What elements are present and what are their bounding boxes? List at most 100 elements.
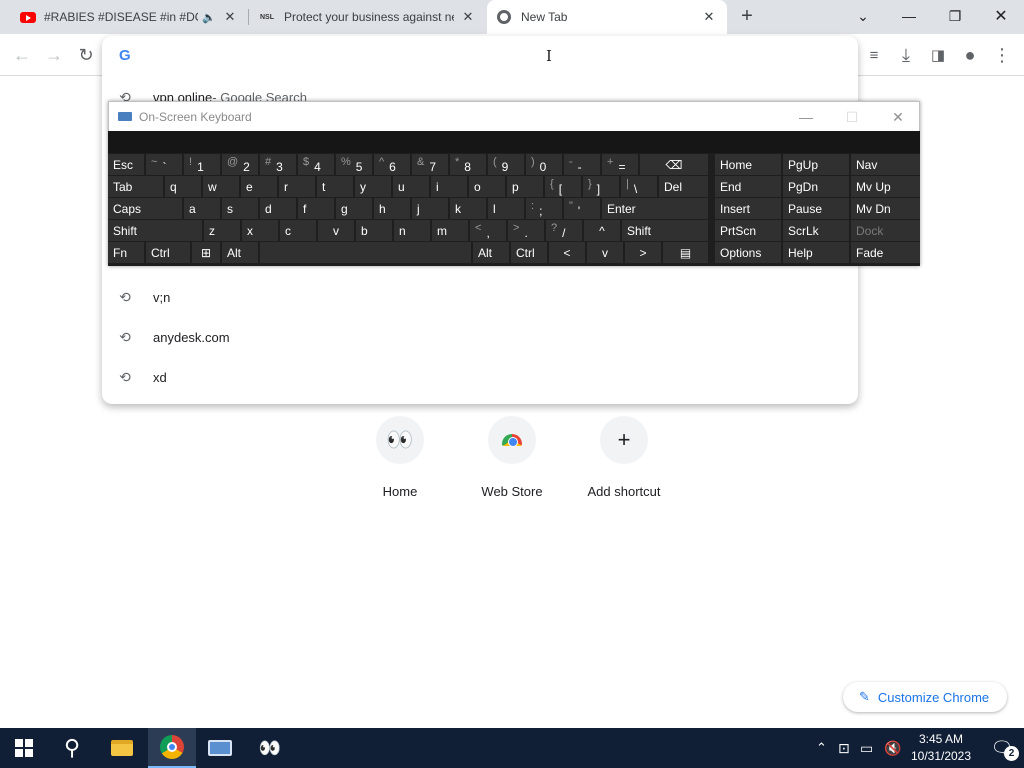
osk-key[interactable]: Del [659,176,708,197]
osk-nav-key[interactable]: PgUp [783,154,849,175]
osk-key[interactable]: c [280,220,316,241]
close-tab-icon[interactable]: ✕ [222,9,238,25]
osk-key[interactable]: Ctrl [146,242,190,263]
osk-key[interactable]: i [431,176,467,197]
osk-key[interactable]: >. [508,220,544,241]
network-icon[interactable]: ⊡ [838,728,850,768]
tab-new-tab[interactable]: New Tab ✕ [487,0,727,34]
osk-key[interactable]: Alt [473,242,509,263]
osk-key[interactable]: (9 [488,154,524,175]
taskbar-clock[interactable]: 3:45 AM 10/31/2023 [906,731,976,765]
osk-nav-key[interactable]: Fade [851,242,920,263]
osk-nav-key[interactable]: Help [783,242,849,263]
osk-key-space[interactable] [260,242,471,263]
osk-key[interactable]: a [184,198,220,219]
close-icon[interactable]: ✕ [875,102,921,132]
start-button[interactable] [0,728,48,768]
osk-key[interactable]: @2 [222,154,258,175]
osk-key[interactable]: Fn [108,242,144,263]
osk-key[interactable]: }] [583,176,619,197]
osk-key[interactable]: u [393,176,429,197]
osk-nav-key[interactable]: End [715,176,781,197]
osk-key[interactable]: <, [470,220,506,241]
minimize-icon[interactable]: — [886,0,932,32]
osk-key[interactable]: ⌫ [640,154,708,175]
osk-key[interactable]: x [242,220,278,241]
osk-key[interactable]: l [488,198,524,219]
osk-key[interactable]: h [374,198,410,219]
osk-key[interactable]: m [432,220,468,241]
osk-key[interactable]: ⊞ [192,242,220,263]
osk-key[interactable]: n [394,220,430,241]
osk-key[interactable]: j [412,198,448,219]
osk-taskbar-button[interactable] [196,728,244,768]
osk-nav-key[interactable]: Home [715,154,781,175]
osk-key[interactable]: < [549,242,585,263]
osk-nav-key[interactable]: ScrLk [783,220,849,241]
osk-key[interactable]: Tab [108,176,163,197]
osk-key[interactable]: d [260,198,296,219]
tab-rabies-video[interactable]: #RABIES #DISEASE #in #DO 🔈 ✕ [10,0,248,34]
customize-chrome-button[interactable]: ✎ Customize Chrome [843,682,1007,712]
chrome-taskbar-button[interactable] [148,728,196,768]
forward-icon[interactable]: → [42,43,66,67]
display-icon[interactable]: ▭ [860,728,873,768]
close-tab-icon[interactable]: ✕ [701,9,717,25]
suggestion-item[interactable]: ⟲ v;n [102,277,858,317]
profile-icon[interactable]: ● [958,43,982,67]
osk-key[interactable]: w [203,176,239,197]
back-icon[interactable]: ← [10,43,34,67]
osk-key[interactable]: % 5 [336,154,372,175]
osk-key[interactable]: e [241,176,277,197]
osk-key[interactable]: k [450,198,486,219]
osk-key[interactable]: ~ ` [146,154,182,175]
app-taskbar-button[interactable]: 👀 [246,728,294,768]
osk-key[interactable]: t [317,176,353,197]
osk-key[interactable]: Shift [622,220,708,241]
osk-key[interactable]: b [356,220,392,241]
osk-key[interactable]: q [165,176,201,197]
osk-key[interactable]: s [222,198,258,219]
osk-key[interactable]: ! 1 [184,154,220,175]
on-screen-keyboard[interactable]: On-Screen Keyboard — ☐ ✕ Esc ~ `! 1 @2 #3 $4% 5… [108,101,920,266]
media-controls-icon[interactable]: ≡ [862,43,886,67]
download-icon[interactable]: ⤓ [894,43,918,67]
search-icon[interactable]: ⚲ [48,728,96,768]
osk-nav-key[interactable]: Pause [783,198,849,219]
show-hidden-icons[interactable]: ⌃ [816,728,827,768]
osk-nav-key[interactable]: Mv Dn [851,198,920,219]
suggestion-item[interactable]: ⟲ xd [102,357,858,397]
osk-key[interactable]: & 7 [412,154,448,175]
notifications-button[interactable]: 🗨 2 [980,728,1024,768]
side-panel-icon[interactable]: ◨ [926,43,950,67]
osk-key[interactable]: ▤ [663,242,708,263]
shortcut-add[interactable]: + Add shortcut [574,416,674,499]
osk-key[interactable]: > [625,242,661,263]
osk-key[interactable]: z [204,220,240,241]
osk-key[interactable]: r [279,176,315,197]
new-tab-button[interactable]: + [736,6,758,28]
osk-key[interactable]: " ' [564,198,600,219]
osk-key[interactable]: ^ 6 [374,154,410,175]
osk-key[interactable]: y [355,176,391,197]
osk-nav-key[interactable]: PrtScn [715,220,781,241]
suggestion-item[interactable]: ⟲ anydesk.com [102,317,858,357]
osk-key[interactable]: Caps [108,198,182,219]
osk-key[interactable]: {[ [545,176,581,197]
osk-key[interactable]: Esc [108,154,144,175]
osk-key[interactable]: g [336,198,372,219]
close-tab-icon[interactable]: ✕ [460,9,476,25]
shortcut-web-store[interactable]: Web Store [462,416,562,499]
osk-key[interactable]: Alt [222,242,258,263]
osk-key[interactable]: Ctrl [511,242,547,263]
minimize-icon[interactable]: — [783,102,829,132]
osk-key[interactable]: ? / [546,220,582,241]
osk-key[interactable]: ^ [584,220,620,241]
osk-nav-key[interactable]: Insert [715,198,781,219]
osk-key[interactable]: * 8 [450,154,486,175]
osk-key[interactable]: v [318,220,354,241]
osk-key[interactable]: | \ [621,176,657,197]
osk-key[interactable]: ) 0 [526,154,562,175]
tab-protect-business[interactable]: NSL Protect your business against ne ✕ [250,0,486,34]
restore-icon[interactable]: ❐ [932,0,978,32]
